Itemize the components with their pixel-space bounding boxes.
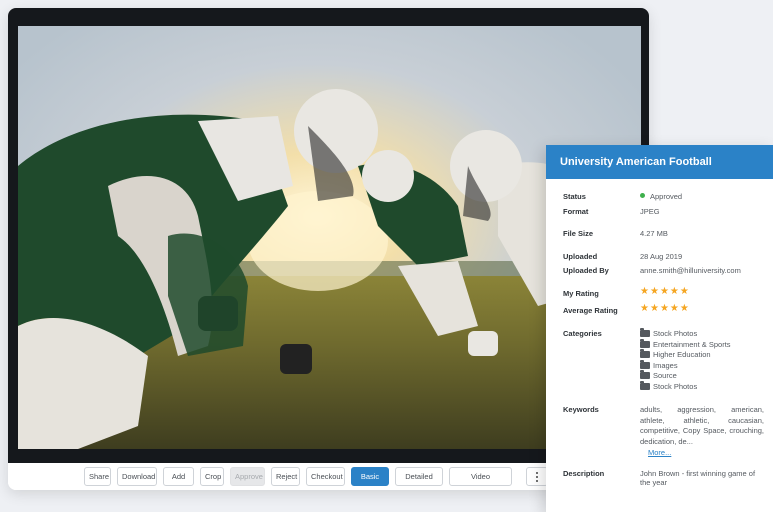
panel-title: University American Football	[546, 145, 773, 179]
folder-icon	[640, 328, 650, 337]
folder-icon	[640, 370, 650, 379]
keywords-text: adults, aggression, american, athlete, a…	[640, 405, 764, 446]
video-intelligence-button[interactable]: Video Intelligence	[449, 467, 512, 490]
star-icon[interactable]: ★	[640, 286, 650, 297]
reject-button[interactable]: Reject	[271, 467, 300, 486]
folder-icon	[640, 349, 650, 358]
category-item[interactable]: Higher Education	[640, 349, 731, 361]
average-rating-stars: ★★★★★	[640, 303, 690, 314]
uploaded-by-value: anne.smith@hilluniversity.com	[640, 266, 741, 275]
star-icon[interactable]: ★	[660, 286, 670, 297]
status-value: Approved	[640, 192, 682, 201]
status-dot-icon	[640, 193, 645, 198]
folder-icon	[640, 359, 650, 369]
format-label: Format	[563, 207, 589, 216]
star-icon: ★	[669, 303, 680, 314]
basic-info-button[interactable]: Basic info	[351, 467, 389, 490]
star-icon[interactable]: ★	[650, 286, 660, 297]
keywords-label: Keywords	[563, 405, 599, 414]
star-icon: ★	[649, 303, 660, 314]
star-icon[interactable]: ★	[680, 286, 690, 297]
my-rating-stars[interactable]: ★★★★★	[640, 286, 690, 297]
more-options-icon[interactable]	[526, 467, 548, 486]
detailed-info-button[interactable]: Detailed Info	[395, 467, 443, 490]
uploaded-label: Uploaded	[563, 252, 598, 261]
star-icon: ★	[679, 303, 690, 314]
add-to-button[interactable]: Add to	[163, 467, 194, 490]
category-item[interactable]: Stock Photos	[640, 328, 731, 340]
description-value: John Brown - first winning game of the y…	[640, 469, 756, 487]
share-button[interactable]: Share	[84, 467, 111, 486]
star-icon: ★	[659, 303, 670, 314]
info-panel: University American Football Status Appr…	[546, 145, 773, 512]
crop-button[interactable]: Crop	[200, 467, 224, 486]
categories-label: Categories	[563, 329, 602, 338]
status-text: Approved	[650, 192, 683, 201]
star-icon: ★	[640, 303, 650, 314]
file-size-label: File Size	[563, 229, 594, 238]
file-size-value: 4.27 MB	[640, 229, 668, 238]
folder-icon	[640, 338, 650, 348]
description-label: Description	[563, 469, 605, 478]
folder-icon	[640, 380, 650, 390]
checkout-button[interactable]: Checkout	[306, 467, 345, 486]
download-button[interactable]: Download	[117, 467, 157, 486]
uploaded-value: 28 Aug 2019	[640, 252, 683, 261]
average-rating-label: Average Rating	[563, 306, 618, 315]
my-rating-label: My Rating	[563, 289, 599, 298]
category-item[interactable]: Source	[640, 370, 731, 382]
categories-list: Stock Photos Entertainment & Sports High…	[640, 328, 731, 393]
uploaded-by-label: Uploaded By	[563, 266, 609, 275]
approve-button[interactable]: Approve	[230, 467, 265, 486]
category-item[interactable]: Stock Photos	[640, 380, 731, 393]
category-item[interactable]: Images	[640, 359, 731, 372]
keywords-value: adults, aggression, american, athlete, a…	[640, 405, 764, 457]
star-icon[interactable]: ★	[670, 286, 680, 297]
status-label: Status	[563, 192, 586, 201]
keywords-more-link[interactable]: More...	[648, 448, 764, 457]
format-value: JPEG	[640, 207, 660, 216]
category-item[interactable]: Entertainment & Sports	[640, 338, 731, 351]
